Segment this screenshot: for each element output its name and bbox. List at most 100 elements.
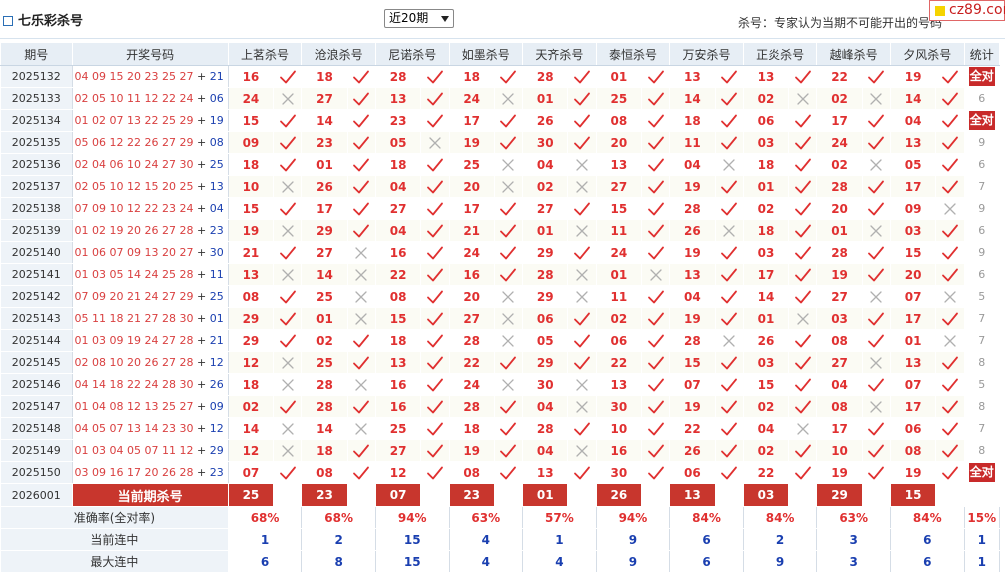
bonus-number: 21 [209, 334, 224, 347]
check-mark-icon [942, 378, 958, 391]
result-mark-cell [788, 373, 818, 396]
check-mark-icon [647, 356, 664, 369]
result-mark-cell [861, 131, 891, 154]
summary-value: 94% [374, 506, 450, 529]
check-mark-icon [647, 136, 664, 149]
current-stat-cell [963, 483, 1001, 507]
cross-mark-icon [355, 422, 367, 435]
kill-number-cell: 15 [669, 351, 716, 374]
bonus-number: 06 [209, 92, 224, 105]
check-mark-icon [574, 114, 590, 127]
result-mark-cell [493, 197, 524, 220]
result-mark-cell [861, 87, 891, 110]
kill-number-cell: 13 [374, 87, 422, 110]
site-badge-text: cz89.com [949, 2, 1005, 18]
summary-row: 准确率(全对率) 68% 68% 94% 63% 57% 94% 84% 84% 63% 84% 15… [0, 506, 1001, 529]
result-mark-cell [346, 175, 376, 198]
summary-value: 84% [742, 506, 818, 529]
check-mark-icon [500, 246, 517, 259]
result-mark-cell [420, 87, 450, 110]
check-mark-icon [426, 92, 443, 105]
current-blank-cell [346, 483, 376, 507]
result-mark-cell [420, 175, 450, 198]
check-mark-icon [500, 356, 517, 369]
check-mark-icon [426, 290, 443, 303]
result-mark-cell [420, 417, 450, 440]
current-period-cell: 2026001 [0, 483, 73, 507]
period-range-select[interactable]: 近20期 [384, 9, 454, 28]
draw-number: 12 [127, 400, 142, 413]
result-mark-cell [567, 417, 597, 440]
kill-number-cell: 03 [742, 241, 790, 264]
check-mark-icon [868, 378, 885, 391]
check-mark-icon [794, 444, 811, 457]
draw-number: 04 [92, 158, 107, 171]
kill-number-cell: 14 [227, 417, 275, 440]
col-header-stats: 统计 [963, 42, 1001, 66]
check-mark-icon [353, 114, 370, 127]
result-mark-cell [346, 153, 376, 176]
draw-number: 20 [127, 356, 142, 369]
cross-mark-icon [502, 334, 515, 347]
result-mark-cell [273, 219, 303, 242]
check-mark-icon [942, 70, 958, 83]
cross-mark-icon [355, 246, 367, 259]
site-badge[interactable]: cz89.com [929, 0, 1005, 21]
draw-number: 05 [92, 92, 107, 105]
kill-number-cell: 18 [374, 329, 422, 352]
summary-value: 84% [889, 506, 965, 529]
result-mark-cell [420, 197, 450, 220]
plus-sign: + [197, 136, 207, 149]
period-cell: 2025137 [0, 175, 73, 198]
kill-number-cell: 08 [374, 285, 422, 308]
kill-number-cell: 08 [595, 109, 643, 132]
summary-value: 84% [669, 506, 744, 529]
kill-number-cell: 13 [595, 153, 643, 176]
draw-number: 29 [179, 290, 194, 303]
kill-number-cell: 16 [374, 395, 422, 418]
kill-number-cell: 08 [227, 285, 275, 308]
check-mark-icon [279, 136, 296, 149]
draw-number: 22 [162, 92, 177, 105]
cross-mark-icon [355, 290, 367, 303]
draw-number: 04 [74, 378, 89, 391]
col-header-expert: 沧浪杀号 [301, 42, 376, 66]
summary-value: 4 [448, 550, 524, 573]
chevron-down-icon [441, 16, 449, 22]
result-mark-cell [567, 175, 597, 198]
kill-number-cell: 14 [301, 109, 348, 132]
kill-number-cell: 04 [374, 219, 422, 242]
draw-number: 24 [179, 92, 194, 105]
draw-numbers-cell: 01 06 07 09 13 20 27 + 30 [71, 241, 229, 264]
cross-mark-icon [282, 92, 294, 105]
bonus-number: 23 [209, 224, 224, 237]
kill-number-cell: 18 [448, 417, 495, 440]
kill-number-cell: 12 [374, 461, 422, 484]
result-mark-cell [861, 241, 891, 264]
kill-number-cell: 17 [301, 197, 348, 220]
kill-number-cell: 19 [669, 175, 716, 198]
draw-number: 09 [109, 334, 124, 347]
stat-cell: 6 [963, 263, 1001, 286]
result-mark-cell [420, 439, 450, 462]
kill-number-cell: 08 [816, 395, 863, 418]
check-mark-icon [353, 334, 370, 347]
draw-number: 30 [179, 158, 194, 171]
result-mark-cell [346, 219, 376, 242]
draw-number: 14 [92, 378, 107, 391]
check-mark-icon [647, 422, 664, 435]
draw-number: 03 [92, 268, 107, 281]
draw-number: 21 [127, 312, 142, 325]
result-mark-cell [346, 285, 376, 308]
draw-number: 30 [179, 312, 194, 325]
table-row: 2025133 02 05 10 11 12 22 24 + 06 24 27 13 24… [0, 87, 1001, 110]
draw-number: 23 [144, 70, 159, 83]
result-mark-cell [714, 87, 744, 110]
summary-value: 2 [301, 528, 376, 551]
bonus-number: 12 [209, 422, 224, 435]
kill-number-cell: 15 [227, 109, 275, 132]
kill-number-cell: 13 [522, 461, 569, 484]
result-mark-cell [788, 109, 818, 132]
kill-number-cell: 02 [742, 197, 790, 220]
check-mark-icon [794, 290, 811, 303]
